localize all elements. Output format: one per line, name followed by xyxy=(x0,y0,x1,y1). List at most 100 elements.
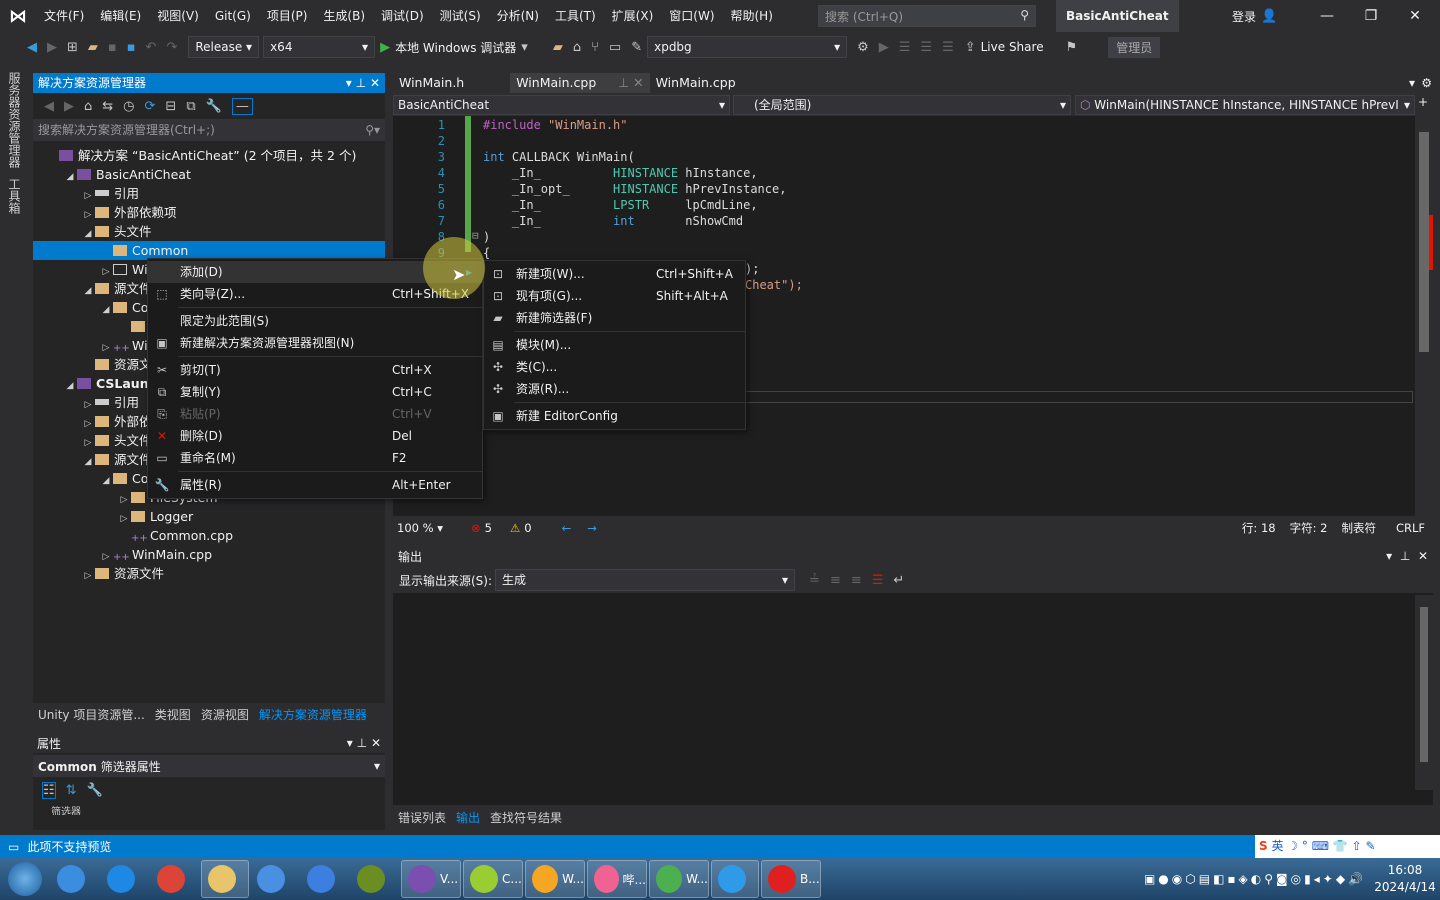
taskbar-app[interactable] xyxy=(101,860,149,898)
save-icon[interactable]: ▪ xyxy=(108,40,117,55)
pin-icon[interactable]: ⊥ xyxy=(357,736,367,750)
tree-item[interactable]: ◢ BasicAntiCheat xyxy=(33,165,385,184)
show-all-icon[interactable]: ⧉ xyxy=(186,99,195,114)
search-input[interactable]: 搜索 (Ctrl+Q) ⚲ xyxy=(818,5,1036,27)
tab-output[interactable]: 输出 xyxy=(451,808,486,828)
collapse-all-icon[interactable]: ⊟ xyxy=(165,99,176,114)
taskbar-app[interactable] xyxy=(301,860,349,898)
feedback-icon[interactable]: ⚑ xyxy=(1066,40,1078,55)
server-explorer-tab[interactable]: 服务器资源管理器 xyxy=(6,72,23,168)
taskbar-app[interactable] xyxy=(251,860,299,898)
dropdown-icon[interactable]: ▾ xyxy=(1386,549,1392,563)
tray-icons[interactable]: ▣●◉⬡▤◧▪◈◐⚲◙◎▮◂✦◆🔊 xyxy=(1144,872,1366,886)
home-icon[interactable]: ⌂ xyxy=(84,99,92,114)
taskbar-app[interactable]: W... xyxy=(649,860,709,898)
close-icon[interactable]: ✕ xyxy=(1418,549,1428,563)
preview-icon[interactable]: — xyxy=(231,97,253,115)
close-icon[interactable]: ✕ xyxy=(371,736,381,750)
menu-item[interactable]: ▤ 模块(M)... xyxy=(484,334,745,356)
debugger-select[interactable]: xpdbg ▾ xyxy=(647,36,848,58)
clear-all-icon[interactable]: ☰ xyxy=(872,573,884,588)
menu-item[interactable]: ▰ 新建筛选器(F) xyxy=(484,307,745,329)
menu-item[interactable]: 文件(F) xyxy=(36,0,92,32)
tree-item[interactable]: 解决方案 “BasicAntiCheat” (2 个项目，共 2 个) xyxy=(33,146,385,165)
solution-search-input[interactable]: 搜索解决方案资源管理器(Ctrl+;) ⚲▾ xyxy=(33,119,385,141)
hot-reload-icon[interactable]: ⚙ xyxy=(857,40,869,55)
taskbar-app[interactable]: W... xyxy=(525,860,585,898)
properties-object-select[interactable]: Common 筛选器属性 ▾ xyxy=(33,755,385,777)
forward-icon[interactable]: ▶ xyxy=(64,99,74,114)
menu-item[interactable]: ▭ 重命名(M) F2 xyxy=(148,447,482,469)
menu-item[interactable]: 工具(T) xyxy=(547,0,604,32)
back-icon[interactable]: ◀ xyxy=(27,40,37,55)
menu-item[interactable]: 分析(N) xyxy=(489,0,547,32)
menu-item[interactable]: 视图(V) xyxy=(149,0,207,32)
tab-find-symbol[interactable]: 查找符号结果 xyxy=(485,808,567,828)
split-icon[interactable]: + xyxy=(1418,95,1428,109)
property-pages-icon[interactable]: 🔧 xyxy=(87,783,103,798)
menu-item[interactable]: ✕ 删除(D) Del xyxy=(148,425,482,447)
taskbar-app[interactable] xyxy=(51,860,99,898)
new-project-icon[interactable]: ⊞ xyxy=(67,40,78,55)
folder-icon[interactable]: ▰ xyxy=(553,40,563,55)
taskbar-app[interactable] xyxy=(151,860,199,898)
pending-changes-icon[interactable]: ◷ xyxy=(123,99,134,114)
menu-item[interactable]: ✂ 剪切(T) Ctrl+X xyxy=(148,359,482,381)
menu-item[interactable]: 窗口(W) xyxy=(661,0,722,32)
tab-class-view[interactable]: 类视图 xyxy=(150,706,196,723)
switch-views-icon[interactable]: ⇆ xyxy=(102,99,113,114)
project-nav-select[interactable]: BasicAntiCheat ▾ xyxy=(393,95,730,115)
tab-winmain-cpp[interactable]: WinMain.cpp xyxy=(650,73,742,93)
ime-bar[interactable]: S 英 ☽ ° ⌨ 👕 ⇧ ✎ xyxy=(1255,835,1440,858)
tab-error-list[interactable]: 错误列表 xyxy=(393,808,451,828)
step-icon[interactable]: ▶ xyxy=(879,40,889,55)
open-icon[interactable]: ▰ xyxy=(88,40,98,55)
ime-mode[interactable]: 英 xyxy=(1271,839,1283,853)
indent-icon[interactable]: ☰ xyxy=(942,40,954,55)
menu-item[interactable]: ⊡ 现有项(G)... Shift+Alt+A xyxy=(484,285,745,307)
menu-item[interactable]: ✣ 资源(R)... xyxy=(484,378,745,400)
login-link[interactable]: 登录 xyxy=(1232,8,1256,25)
zoom-select[interactable]: 100 % ▾ xyxy=(393,521,447,535)
next-issue-icon[interactable]: → xyxy=(587,521,597,535)
pin-icon[interactable]: ⊥ xyxy=(1400,549,1410,563)
menu-item[interactable]: 项目(P) xyxy=(259,0,316,32)
close-button[interactable]: ✕ xyxy=(1393,8,1437,24)
menu-item[interactable]: ▣ 新建解决方案资源管理器视图(N) xyxy=(148,332,482,354)
run-debugger-button[interactable]: 本地 Windows 调试器 xyxy=(395,39,516,56)
menu-item[interactable]: ✣ 类(C)... xyxy=(484,356,745,378)
line-ending[interactable]: CRLF xyxy=(1396,521,1425,535)
menu-item[interactable]: 🔧 属性(R) Alt+Enter xyxy=(148,474,482,496)
taskbar-app[interactable]: B... xyxy=(761,860,821,898)
taskbar-app[interactable]: C... xyxy=(463,860,523,898)
next-message-icon[interactable]: ≡ xyxy=(851,573,862,588)
member-nav-select[interactable]: ⬡ WinMain(HINSTANCE hInstance, HINSTANCE… xyxy=(1075,95,1415,115)
goto-icon[interactable]: ≟ xyxy=(809,573,820,588)
settings-icon[interactable]: ⚙ xyxy=(1421,76,1432,90)
alphabetical-icon[interactable]: ⇅ xyxy=(66,783,77,798)
tabs-mode[interactable]: 制表符 xyxy=(1341,520,1376,536)
properties-icon[interactable]: 🔧 xyxy=(206,99,222,114)
word-wrap-icon[interactable]: ↵ xyxy=(893,573,904,588)
tab-winmain-h[interactable]: WinMain.h xyxy=(393,73,470,93)
tab-resource-view[interactable]: 资源视图 xyxy=(196,706,254,723)
menu-item[interactable]: 限定为此范围(S) xyxy=(148,310,482,332)
warning-icon[interactable]: ⚠ xyxy=(510,521,520,535)
output-source-select[interactable]: 生成 ▾ xyxy=(495,569,796,591)
start-button[interactable] xyxy=(0,862,50,896)
error-icon[interactable]: ⊗ xyxy=(471,521,481,535)
tab-winmain-cpp-active[interactable]: WinMain.cpp ⊥ ✕ xyxy=(510,73,650,93)
clock-date[interactable]: 2024/4/14 xyxy=(1370,879,1440,896)
output-scrollbar[interactable] xyxy=(1415,595,1433,790)
menu-item[interactable]: ⊡ 新建项(W)... Ctrl+Shift+A xyxy=(484,263,745,285)
close-icon[interactable]: ✕ xyxy=(370,76,380,90)
prev-issue-icon[interactable]: ← xyxy=(562,521,572,535)
restore-button[interactable]: ❐ xyxy=(1349,8,1393,24)
taskbar-app[interactable]: 哔... xyxy=(587,860,647,898)
redo-icon[interactable]: ↷ xyxy=(166,40,177,55)
pin-icon[interactable]: ⊥ xyxy=(356,76,366,90)
tree-item[interactable]: ▷ 资源文件 xyxy=(33,564,385,583)
live-share-button[interactable]: Live Share xyxy=(981,40,1044,54)
expand-arrow-icon[interactable]: ▷ xyxy=(81,567,95,586)
error-count[interactable]: 5 xyxy=(485,521,492,535)
